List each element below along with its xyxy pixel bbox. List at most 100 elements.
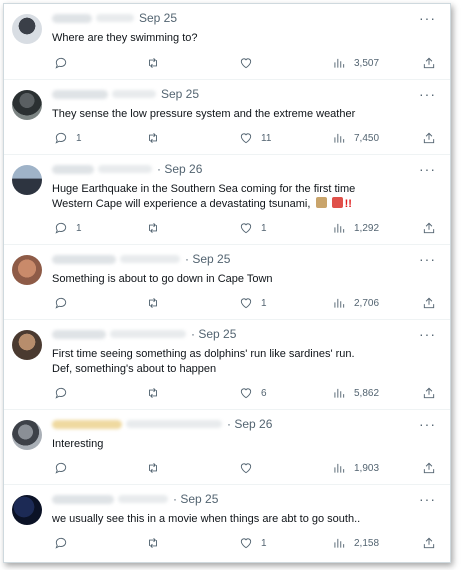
replies-panel: Sep 25 ··· Where are they swimming to? 3… — [3, 3, 451, 563]
retweet-button[interactable] — [146, 461, 168, 475]
user-name-blurred[interactable] — [52, 329, 106, 339]
more-dots-icon[interactable]: ··· — [419, 10, 436, 26]
reply-button[interactable] — [54, 461, 76, 475]
user-handle-blurred[interactable] — [96, 14, 134, 22]
tweet-header: Sep 25 — [52, 10, 177, 26]
tweet-header: Sep 25 — [52, 86, 199, 102]
reply-button[interactable] — [54, 296, 76, 310]
user-name-blurred[interactable] — [52, 13, 92, 23]
user-name-blurred[interactable] — [52, 419, 122, 429]
share-button[interactable] — [422, 131, 436, 150]
tweet[interactable]: Sep 25 ··· They sense the low pressure s… — [4, 80, 450, 155]
user-handle-blurred[interactable] — [120, 255, 180, 263]
user-handle-blurred[interactable] — [98, 165, 152, 173]
retweet-button[interactable] — [146, 386, 168, 400]
tweet-text: we usually see this in a movie when thin… — [52, 513, 361, 525]
tweet[interactable]: · Sep 25 ··· First time seeing something… — [4, 320, 450, 410]
views-count: 1,292 — [354, 222, 380, 234]
like-button[interactable] — [239, 461, 261, 475]
like-button[interactable]: 11 — [239, 131, 271, 145]
tweet-date[interactable]: · Sep 25 — [185, 252, 230, 266]
tweet[interactable]: Sep 25 ··· Where are they swimming to? 3… — [4, 4, 450, 80]
views-button[interactable]: 2,706 — [332, 296, 379, 310]
retweet-button[interactable] — [146, 131, 168, 145]
tweet[interactable]: · Sep 26 ··· Interesting 1,903 — [4, 410, 450, 485]
reply-button[interactable] — [54, 386, 76, 400]
retweet-button[interactable] — [146, 221, 168, 235]
views-button[interactable]: 2,158 — [332, 536, 379, 550]
tweet-header: · Sep 25 — [52, 326, 236, 342]
share-button[interactable] — [422, 296, 436, 315]
reply-icon — [55, 222, 67, 234]
retweet-button[interactable] — [146, 56, 168, 70]
heart-icon — [240, 538, 252, 549]
share-button[interactable] — [422, 461, 436, 480]
tweet-date[interactable]: · Sep 25 — [191, 327, 236, 341]
like-count: 1 — [261, 537, 267, 549]
tweet-actions: 1 2,706 — [52, 296, 436, 312]
views-button[interactable]: 1,903 — [332, 461, 379, 475]
heart-icon — [240, 463, 252, 474]
tweet-date[interactable]: · Sep 26 — [157, 162, 202, 176]
more-dots-icon[interactable]: ··· — [419, 161, 436, 177]
more-dots-icon[interactable]: ··· — [419, 491, 436, 507]
avatar[interactable] — [12, 495, 42, 525]
more-dots-icon[interactable]: ··· — [419, 251, 436, 267]
tweet-actions: 1 11 7,450 — [52, 131, 436, 147]
retweet-button[interactable] — [146, 536, 168, 550]
tweet[interactable]: · Sep 26 ··· Huge Earthquake in the Sout… — [4, 155, 450, 245]
reply-count: 1 — [76, 222, 82, 234]
views-button[interactable]: 3,507 — [332, 56, 379, 70]
views-count: 3,507 — [354, 57, 380, 69]
user-name-blurred[interactable] — [52, 494, 114, 504]
more-dots-icon[interactable]: ··· — [419, 86, 436, 102]
more-dots-icon[interactable]: ··· — [419, 416, 436, 432]
share-button[interactable] — [422, 536, 436, 555]
share-button[interactable] — [422, 386, 436, 405]
like-button[interactable]: 1 — [239, 296, 267, 310]
tweet-date[interactable]: · Sep 25 — [173, 492, 218, 506]
user-handle-blurred[interactable] — [126, 420, 222, 428]
tweet-text: Huge Earthquake in the Southern Sea comi… — [52, 182, 392, 211]
avatar[interactable] — [12, 165, 42, 195]
reply-button[interactable]: 1 — [54, 221, 82, 235]
user-handle-blurred[interactable] — [118, 495, 168, 503]
views-button[interactable]: 5,862 — [332, 386, 379, 400]
like-button[interactable]: 1 — [239, 536, 267, 550]
tweet-actions: 1 2,158 — [52, 536, 436, 552]
avatar[interactable] — [12, 14, 42, 44]
tweet-text: First time seeing something as dolphins'… — [52, 348, 355, 375]
share-button[interactable] — [422, 56, 436, 75]
avatar[interactable] — [12, 90, 42, 120]
reply-button[interactable] — [54, 536, 76, 550]
user-name-blurred[interactable] — [52, 254, 116, 264]
tweet[interactable]: · Sep 25 ··· Something is about to go do… — [4, 245, 450, 320]
views-button[interactable]: 1,292 — [332, 221, 379, 235]
views-button[interactable]: 7,450 — [332, 131, 379, 145]
tweet-header: · Sep 25 — [52, 251, 230, 267]
reply-button[interactable] — [54, 56, 76, 70]
avatar[interactable] — [12, 330, 42, 360]
tweet[interactable]: · Sep 25 ··· we usually see this in a mo… — [4, 485, 450, 562]
user-name-blurred[interactable] — [52, 164, 94, 174]
share-icon — [423, 132, 435, 144]
share-button[interactable] — [422, 221, 436, 240]
user-name-blurred[interactable] — [52, 89, 108, 99]
like-button[interactable] — [239, 56, 261, 70]
tweet-date[interactable]: Sep 25 — [161, 87, 199, 101]
user-handle-blurred[interactable] — [112, 90, 156, 98]
reply-button[interactable]: 1 — [54, 131, 82, 145]
more-dots-icon[interactable]: ··· — [419, 326, 436, 342]
views-chart-icon — [334, 223, 345, 233]
user-handle-blurred[interactable] — [110, 330, 186, 338]
reply-icon — [55, 297, 67, 309]
tweet-date[interactable]: Sep 25 — [139, 11, 177, 25]
retweet-button[interactable] — [146, 296, 168, 310]
views-chart-icon — [334, 388, 345, 398]
retweet-icon — [149, 133, 157, 143]
tweet-date[interactable]: · Sep 26 — [227, 417, 272, 431]
like-button[interactable]: 6 — [239, 386, 267, 400]
like-button[interactable]: 1 — [239, 221, 267, 235]
avatar[interactable] — [12, 255, 42, 285]
avatar[interactable] — [12, 420, 42, 450]
